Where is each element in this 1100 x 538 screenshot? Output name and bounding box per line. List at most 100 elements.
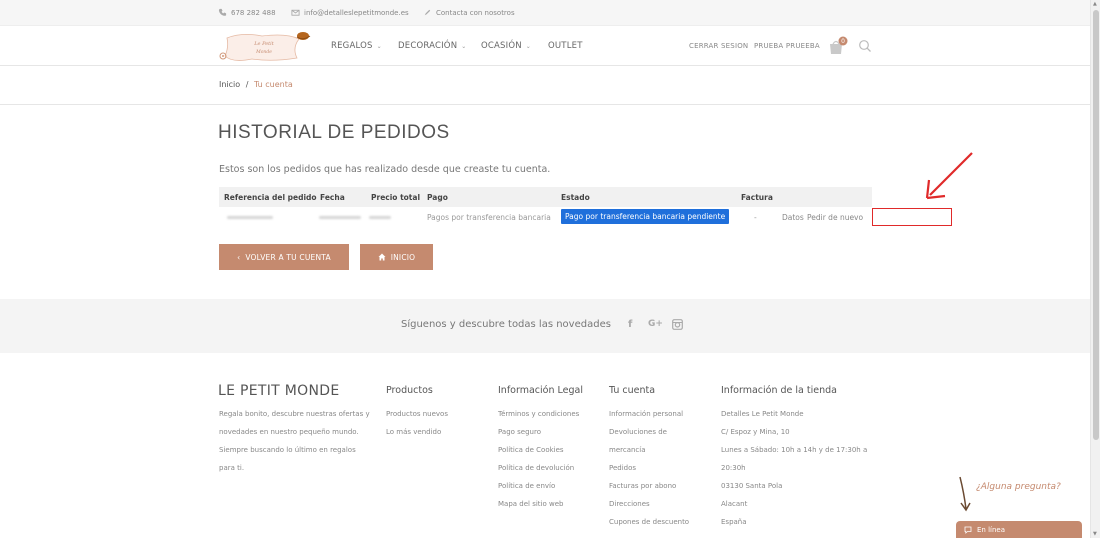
breadcrumb: Inicio / Tu cuenta bbox=[219, 80, 293, 89]
logo-line1: Le Petit bbox=[253, 41, 275, 47]
footer-legal-title: Información Legal bbox=[498, 385, 583, 396]
nav-ocasion[interactable]: OCASIÓN ⌄ bbox=[481, 41, 531, 51]
email-contact[interactable]: info@detalleslepetitmonde.es bbox=[291, 8, 409, 17]
footer-link[interactable]: Política de Cookies bbox=[498, 445, 579, 463]
phone-contact[interactable]: 678 282 488 bbox=[218, 8, 276, 17]
phone-number: 678 282 488 bbox=[231, 8, 276, 17]
footer-store-line: 03130 Santa Pola bbox=[721, 482, 783, 490]
footer-link[interactable]: Productos nuevos bbox=[386, 409, 448, 427]
footer-link[interactable]: Información personal bbox=[609, 409, 689, 427]
social-band: Síguenos y descubre todas las novedades … bbox=[0, 299, 1090, 353]
pencil-icon bbox=[424, 9, 431, 16]
home-icon bbox=[378, 253, 386, 261]
status-badge: Pago por transferencia bancaria pendient… bbox=[561, 209, 730, 224]
chevron-down-icon: ⌄ bbox=[525, 43, 532, 50]
breadcrumb-bar: Inicio / Tu cuenta bbox=[0, 66, 1090, 105]
page-title: HISTORIAL DE PEDIDOS bbox=[218, 122, 450, 143]
instagram-icon[interactable] bbox=[672, 319, 683, 330]
social-text: Síguenos y descubre todas las novedades bbox=[401, 319, 611, 330]
footer-link[interactable]: Términos y condiciones bbox=[498, 409, 579, 427]
back-to-account-button[interactable]: ‹ VOLVER A TU CUENTA bbox=[219, 244, 349, 270]
footer-link[interactable]: Direcciones bbox=[609, 499, 689, 517]
footer-link[interactable]: Política de envío bbox=[498, 481, 579, 499]
home-button[interactable]: INICIO bbox=[360, 244, 433, 270]
chevron-down-icon: ⌄ bbox=[376, 43, 382, 50]
footer-store-line: Lunes a Sábado: 10h a 14h y de 17:30h a bbox=[721, 446, 868, 454]
footer-store-line: Alacant bbox=[721, 500, 748, 508]
blurred-reference bbox=[227, 216, 273, 219]
footer-brand-line: Siempre buscando lo último en regalos bbox=[219, 446, 356, 454]
col-reference: Referencia del pedido bbox=[224, 193, 317, 202]
logo-line2: Monde bbox=[255, 49, 272, 55]
col-status: Estado bbox=[561, 193, 590, 202]
col-invoice: Factura bbox=[741, 193, 773, 202]
table-row: Pagos por transferencia bancaria Pago po… bbox=[219, 207, 872, 227]
cart-icon[interactable]: 0 bbox=[828, 36, 850, 56]
chat-status: En línea bbox=[977, 525, 1006, 534]
footer-link[interactable]: Mapa del sitio web bbox=[498, 499, 579, 517]
footer-brand-line: para ti. bbox=[219, 464, 245, 472]
orders-table: Referencia del pedido Fecha Precio total… bbox=[219, 187, 872, 227]
main-header: Le Petit Monde REGALOS ⌄ DECORACIÓN ⌄ OCAS… bbox=[0, 26, 1090, 66]
logo[interactable]: Le Petit Monde bbox=[217, 30, 312, 64]
footer-link[interactable]: Cupones de descuento bbox=[609, 517, 689, 535]
chat-arrow-icon bbox=[959, 476, 971, 512]
footer-link[interactable]: Lo más vendido bbox=[386, 427, 448, 445]
back-button-label: VOLVER A TU CUENTA bbox=[245, 252, 331, 262]
invoice-value: - bbox=[754, 213, 757, 222]
footer-store-title: Información de la tienda bbox=[721, 385, 837, 396]
nav-ocasion-label: OCASIÓN bbox=[481, 41, 522, 51]
nav-outlet-label: OUTLET bbox=[548, 41, 583, 51]
footer-link[interactable]: mercancía bbox=[609, 445, 689, 463]
nav-regalos-label: REGALOS bbox=[331, 41, 373, 51]
search-icon[interactable] bbox=[858, 39, 872, 53]
footer-account-title: Tu cuenta bbox=[609, 385, 656, 396]
footer-account-links: Información personal Devoluciones de mer… bbox=[609, 409, 689, 535]
mail-icon bbox=[291, 9, 300, 16]
order-details-link[interactable]: Datos bbox=[782, 213, 804, 222]
chat-prompt: ¿Alguna pregunta? bbox=[976, 482, 1061, 492]
footer-link[interactable]: Pedidos bbox=[609, 463, 689, 481]
nav-decoracion-label: DECORACIÓN bbox=[398, 41, 458, 51]
google-plus-icon[interactable]: G+ bbox=[648, 319, 663, 329]
col-payment: Pago bbox=[427, 193, 448, 202]
footer-link[interactable]: Pago seguro bbox=[498, 427, 579, 445]
nav-outlet[interactable]: OUTLET bbox=[548, 41, 583, 51]
table-header: Referencia del pedido Fecha Precio total… bbox=[219, 187, 872, 207]
blurred-date bbox=[319, 216, 361, 219]
email-address: info@detalleslepetitmonde.es bbox=[304, 8, 409, 17]
chat-bubble-icon bbox=[964, 526, 972, 534]
breadcrumb-current[interactable]: Tu cuenta bbox=[254, 80, 293, 89]
logout-link[interactable]: CERRAR SESION bbox=[689, 42, 748, 50]
footer-link[interactable]: Devoluciones de bbox=[609, 427, 689, 445]
nav-regalos[interactable]: REGALOS ⌄ bbox=[331, 41, 382, 51]
contact-link[interactable]: Contacta con nosotros bbox=[423, 8, 515, 17]
breadcrumb-home[interactable]: Inicio bbox=[219, 80, 240, 89]
col-total: Precio total bbox=[371, 193, 421, 202]
footer-store-line: Detalles Le Petit Monde bbox=[721, 410, 804, 418]
user-account-link[interactable]: PRUEBA PRUEEBA bbox=[754, 42, 820, 50]
footer-store-line: 20:30h bbox=[721, 464, 746, 472]
footer-store-info: Detalles Le Petit Monde C/ Espoz y Mina,… bbox=[721, 409, 867, 535]
phone-icon bbox=[218, 8, 227, 16]
nav-decoracion[interactable]: DECORACIÓN ⌄ bbox=[398, 41, 467, 51]
scroll-down-icon[interactable]: ▼ bbox=[1093, 531, 1097, 537]
footer-link[interactable]: Facturas por abono bbox=[609, 481, 689, 499]
scrollbar-thumb[interactable] bbox=[1093, 10, 1099, 440]
footer-brand-line: Regala bonito, descubre nuestras ofertas… bbox=[219, 410, 370, 418]
chevron-left-icon: ‹ bbox=[237, 252, 241, 262]
col-date: Fecha bbox=[320, 193, 345, 202]
facebook-icon[interactable]: f bbox=[628, 319, 632, 330]
scroll-up-icon[interactable]: ▲ bbox=[1093, 1, 1097, 7]
reorder-link[interactable]: Pedir de nuevo bbox=[807, 213, 863, 222]
footer-legal-links: Términos y condiciones Pago seguro Polít… bbox=[498, 409, 579, 517]
chat-button[interactable]: En línea bbox=[956, 521, 1082, 538]
home-button-label: INICIO bbox=[390, 252, 416, 262]
page-intro: Estos son los pedidos que has realizado … bbox=[219, 164, 551, 175]
highlight-box bbox=[872, 208, 952, 226]
contact-label: Contacta con nosotros bbox=[436, 8, 515, 17]
footer-link[interactable]: Política de devolución bbox=[498, 463, 579, 481]
scrollbar[interactable]: ▲ ▼ bbox=[1090, 0, 1100, 538]
payment-method: Pagos por transferencia bancaria bbox=[427, 213, 551, 222]
red-arrow-icon bbox=[925, 152, 973, 200]
